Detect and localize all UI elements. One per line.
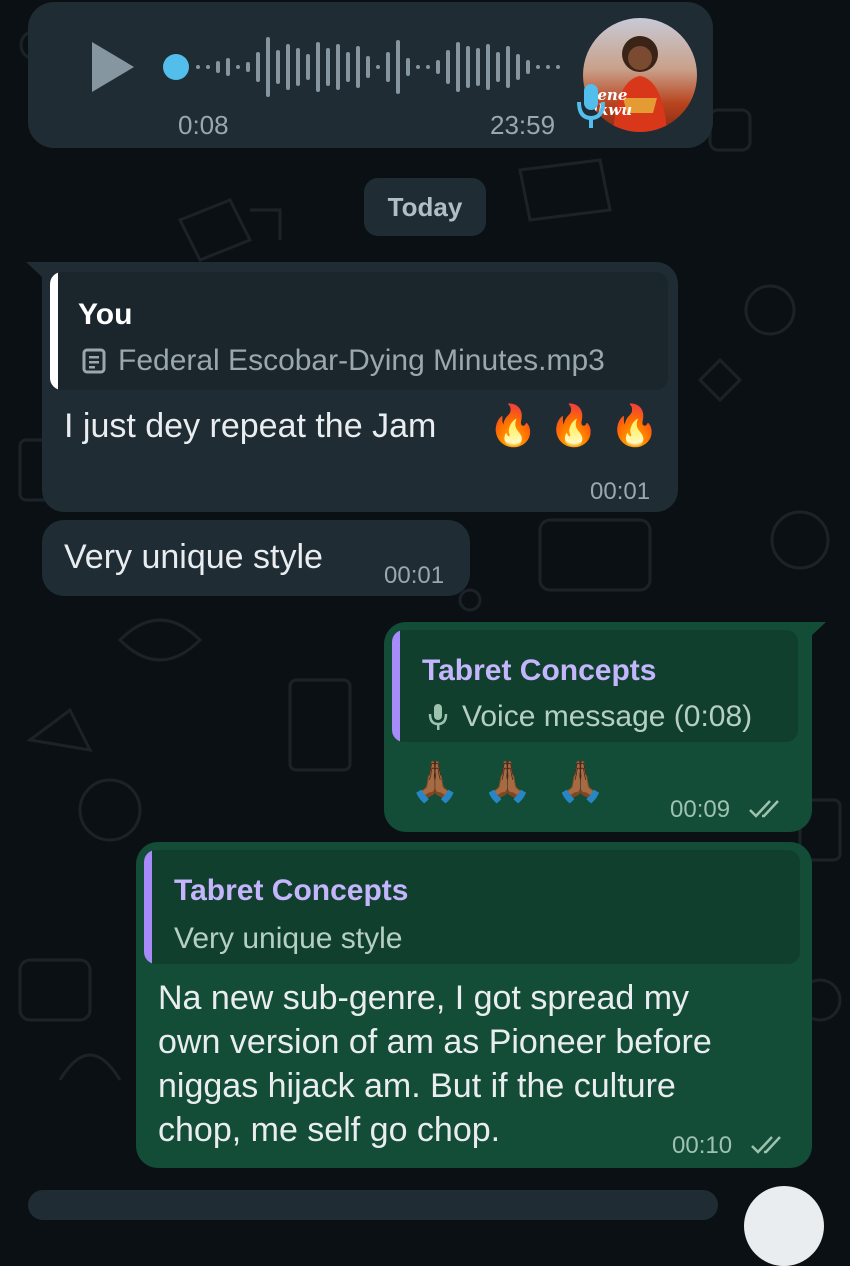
microphone-icon [577, 84, 605, 128]
play-icon[interactable] [88, 40, 138, 94]
voice-sent-time: 23:59 [490, 110, 556, 140]
message-time: 00:01 [384, 562, 445, 589]
message-text-line: chop, me self go chop. [158, 1111, 501, 1149]
fire-emoji: 🔥 🔥 🔥 [488, 404, 660, 448]
voice-waveform[interactable] [160, 32, 560, 102]
message-bubble[interactable]: Tabret Concepts Very unique style Na new… [136, 842, 812, 1168]
quoted-message[interactable]: Tabret Concepts Voice message (0:08) [392, 630, 798, 742]
message-text-line: own version of am as Pioneer before [158, 1023, 712, 1061]
quote-text: Very unique style [174, 922, 403, 955]
message-bubble[interactable]: Very unique style 00:01 [42, 520, 470, 596]
message-text-line: niggas hijack am. But if the culture [158, 1067, 676, 1105]
quote-author: Tabret Concepts [422, 654, 657, 687]
message-text-line: Na new sub-genre, I got spread my [158, 979, 690, 1017]
message-time: 00:09 [670, 796, 731, 823]
date-chip: Today [364, 178, 486, 236]
message-text: I just dey repeat the Jam [64, 407, 437, 445]
message-bubble[interactable]: You Federal Escobar-Dying Minutes.mp3 I … [42, 262, 678, 512]
quote-author: You [78, 298, 133, 331]
date-chip-label: Today [387, 192, 463, 222]
message-time: 00:10 [672, 1132, 733, 1159]
read-ticks-icon [751, 1136, 781, 1154]
next-bubble-edge [28, 1190, 718, 1220]
microphone-icon [428, 704, 448, 730]
message-bubble[interactable]: Tabret Concepts Voice message (0:08) 🙏🏾 … [384, 622, 812, 832]
read-ticks-icon [749, 800, 779, 818]
document-icon [82, 348, 106, 374]
voice-elapsed: 0:08 [178, 110, 229, 140]
message-time: 00:01 [590, 478, 651, 505]
quoted-message[interactable]: Tabret Concepts Very unique style [144, 850, 800, 964]
voice-note-bubble: 0:08 23:59 kene ukwu [28, 2, 713, 148]
scroll-fab[interactable] [744, 1186, 824, 1266]
quoted-message[interactable]: You Federal Escobar-Dying Minutes.mp3 [50, 272, 668, 390]
message-text: Very unique style [64, 538, 323, 576]
quote-text: Voice message (0:08) [462, 700, 753, 733]
quote-text: Federal Escobar-Dying Minutes.mp3 [118, 344, 605, 377]
praying-hands-emoji: 🙏🏾 🙏🏾 🙏🏾 [410, 760, 612, 804]
quote-author: Tabret Concepts [174, 874, 409, 907]
